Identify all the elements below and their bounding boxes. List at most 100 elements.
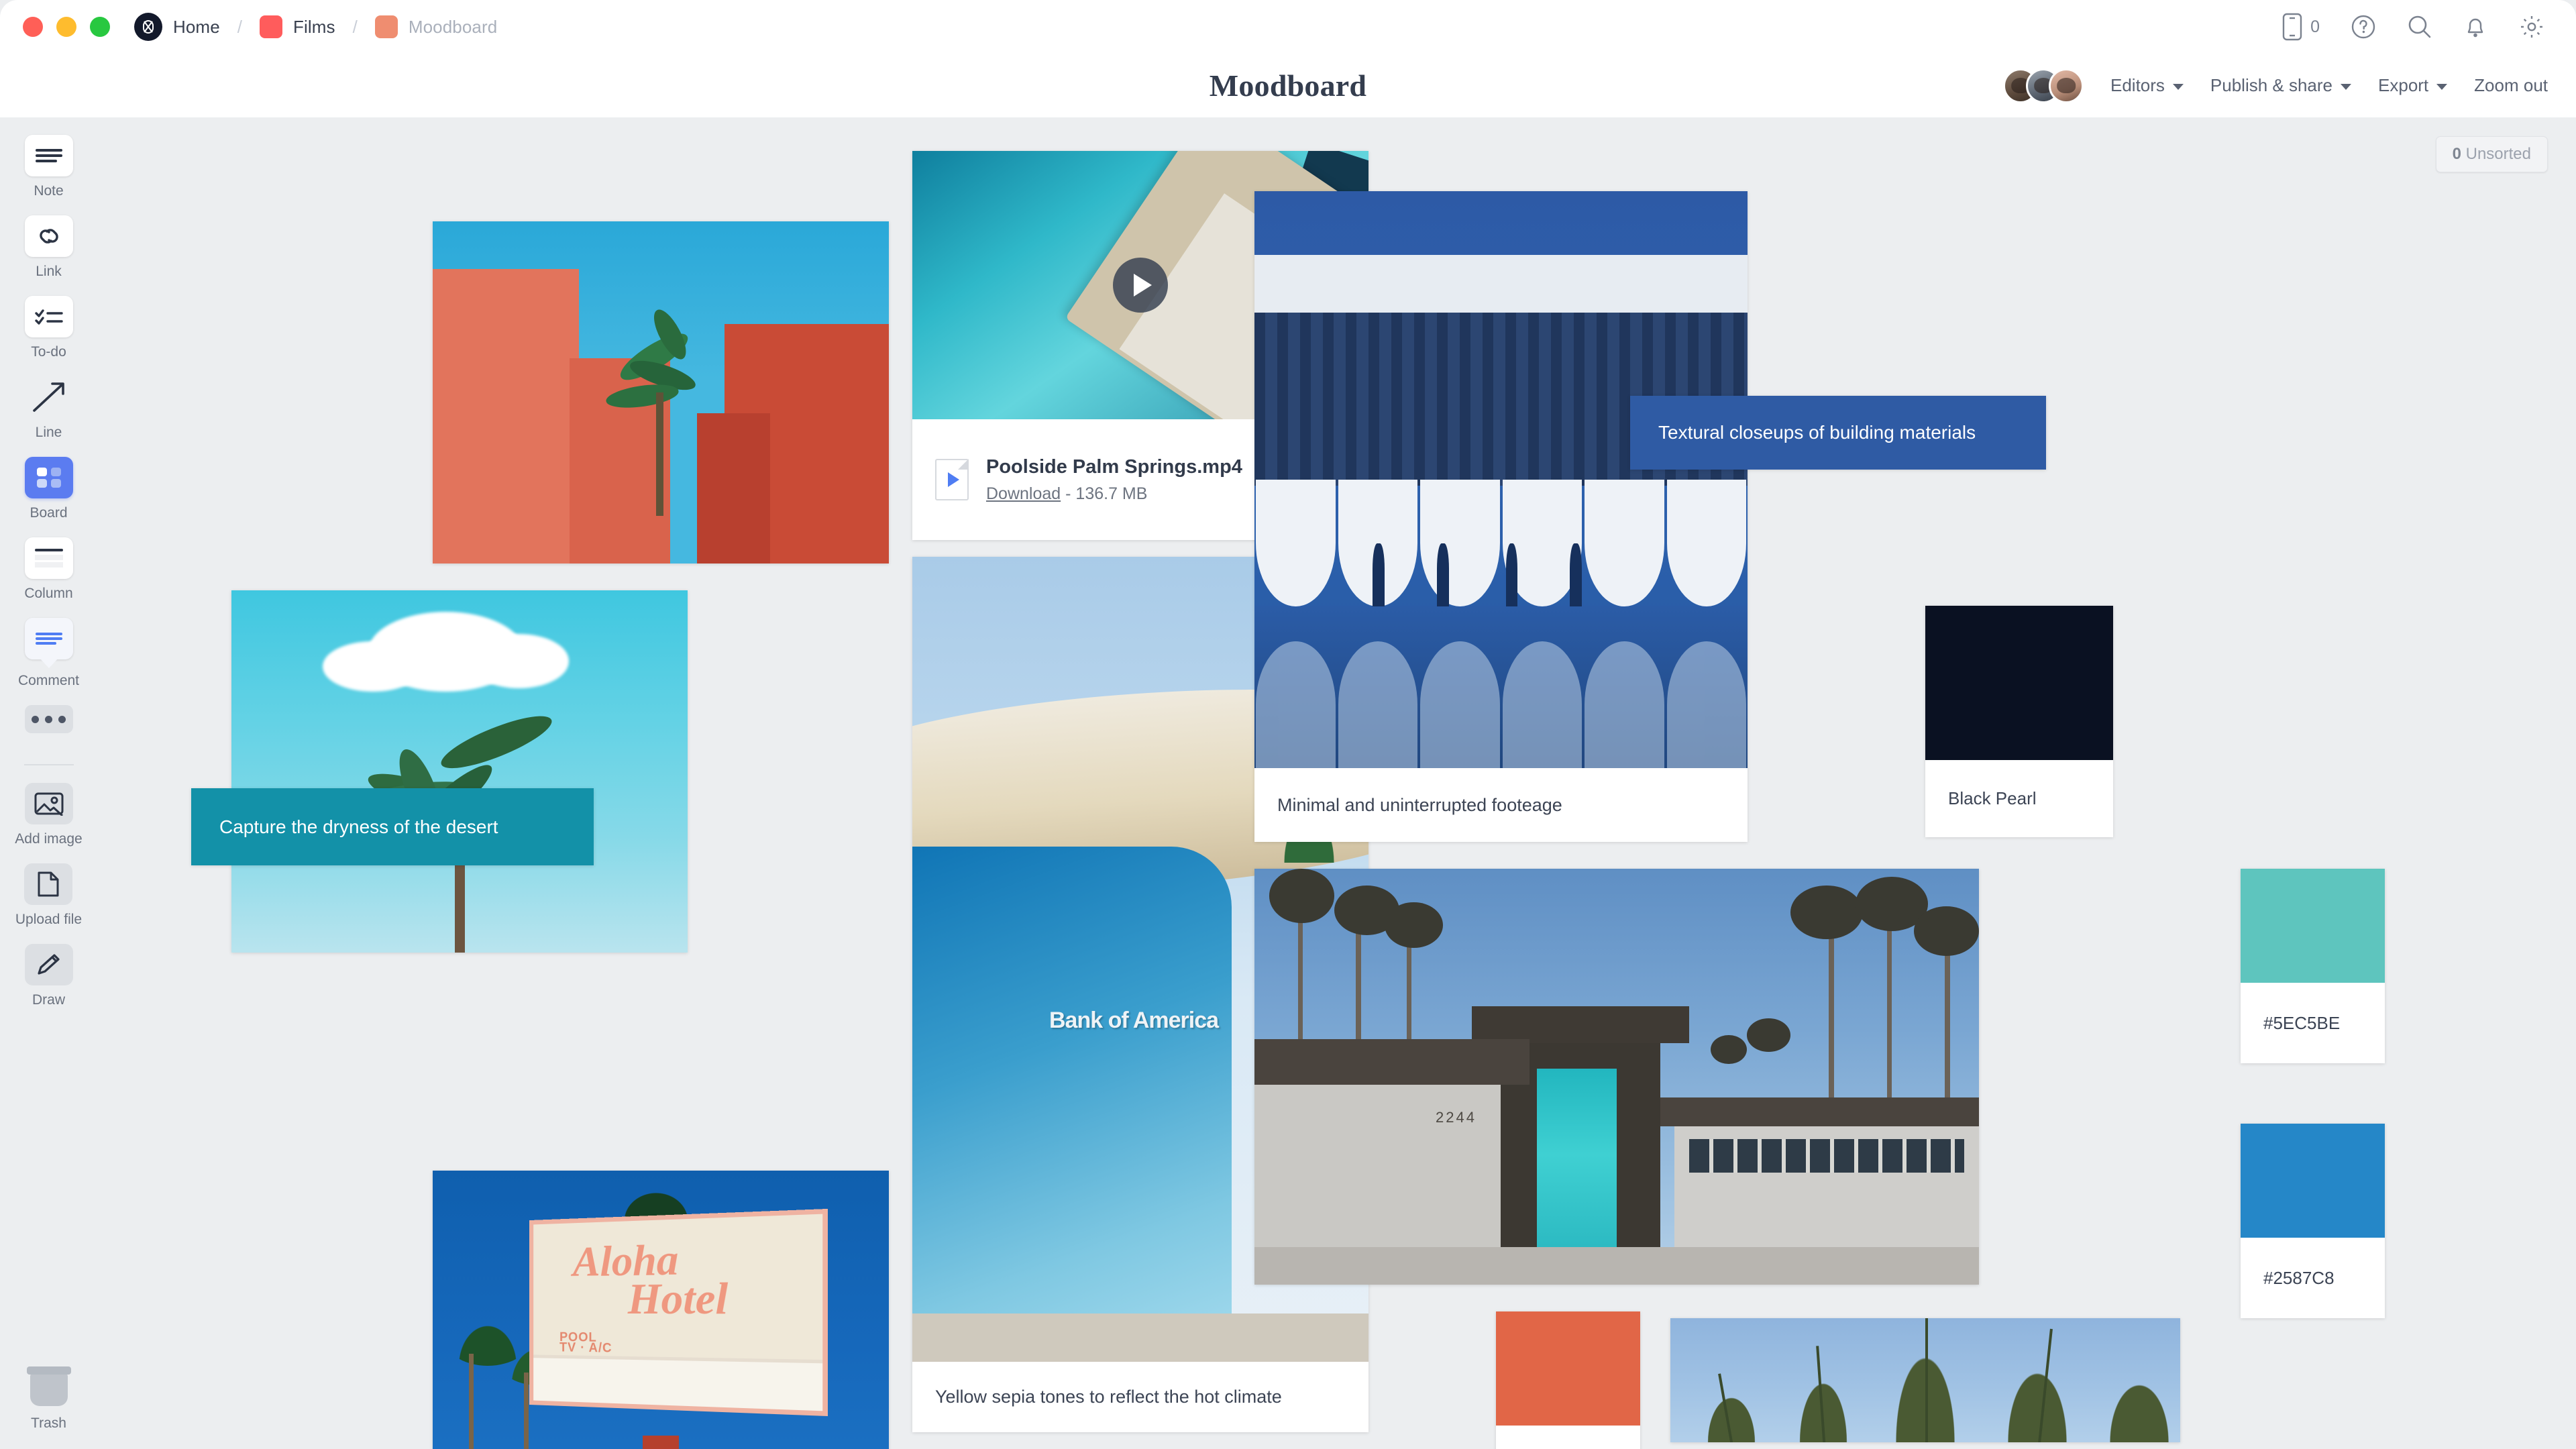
swatch-color-chip <box>2241 869 2385 983</box>
chevron-down-icon <box>2341 83 2352 90</box>
link-icon <box>24 215 73 257</box>
sidebar-item-link[interactable]: Link <box>24 215 73 280</box>
breadcrumb-separator-2: / <box>352 16 358 37</box>
sidebar-item-draw[interactable]: Draw <box>24 944 73 1008</box>
video-file-size: 136.7 MB <box>1075 484 1148 503</box>
help-icon[interactable] <box>2351 14 2376 40</box>
films-color-chip <box>260 15 282 38</box>
moodboard-color-chip <box>374 15 398 38</box>
tool-sidebar: Note Link To-do Line Board Column Commen… <box>0 117 97 1449</box>
sidebar-item-add-image[interactable]: Add image <box>15 783 83 847</box>
sidebar-label-add-image: Add image <box>15 831 83 847</box>
swatch-label: #2587C8 <box>2263 1267 2334 1288</box>
avatar <box>2048 68 2084 103</box>
sidebar-item-comment[interactable]: Comment <box>18 618 79 689</box>
breadcrumb-separator-1: / <box>237 16 242 37</box>
card-midcentury-house[interactable]: 2244 <box>1254 869 1979 1285</box>
breadcrumb-item-films[interactable]: Films <box>260 15 335 38</box>
sidebar-item-column[interactable]: Column <box>24 537 73 602</box>
sidebar-label-todo: To-do <box>31 344 66 360</box>
breadcrumb-item-home[interactable]: Home <box>134 13 220 41</box>
sidebar-item-todo[interactable]: To-do <box>24 296 73 360</box>
sidebar-item-trash[interactable]: Trash <box>26 1366 71 1432</box>
note-icon <box>24 135 73 176</box>
editors-label: Editors <box>2110 75 2165 95</box>
play-icon[interactable] <box>1113 258 1168 313</box>
download-link[interactable]: Download <box>986 484 1061 503</box>
caption-text: Minimal and uninterrupted footeage <box>1277 794 1562 815</box>
aloha-sub-2: TV · A/C <box>559 1340 612 1356</box>
image-modernist-pavilion <box>1254 191 1748 768</box>
minimize-button[interactable] <box>56 17 76 37</box>
image-midcentury-house: 2244 <box>1254 869 1979 1285</box>
note-capture-dryness[interactable]: Capture the dryness of the desert <box>191 788 594 865</box>
video-file-icon <box>935 459 969 500</box>
title-bar: Home / Films / Moodboard 0 <box>0 0 2576 54</box>
app-window: Home / Films / Moodboard 0 Moodboard Edi… <box>0 0 2576 1449</box>
close-button[interactable] <box>23 17 43 37</box>
gear-icon[interactable] <box>2518 13 2545 40</box>
sidebar-label-upload-file: Upload file <box>15 912 83 927</box>
window-controls[interactable] <box>23 17 110 37</box>
breadcrumb-home-label: Home <box>173 16 220 37</box>
add-image-icon <box>24 783 73 824</box>
unsorted-label: Unsorted <box>2465 145 2531 163</box>
swatch-card-teal[interactable]: #5EC5BE <box>2241 869 2385 1063</box>
image-palm-fronds <box>1670 1318 2180 1442</box>
board-canvas[interactable]: 0 Unsorted Capture the dryness of the de… <box>97 117 2576 1449</box>
export-dropdown[interactable]: Export <box>2378 75 2448 96</box>
sidebar-item-more[interactable] <box>24 705 73 733</box>
bell-icon[interactable] <box>2463 14 2487 40</box>
swatch-label: #E16647 <box>1496 1426 1640 1449</box>
editors-dropdown[interactable]: Editors <box>2110 75 2184 96</box>
card-modernist-pavilion[interactable]: Minimal and uninterrupted footeage <box>1254 191 1748 842</box>
sidebar-label-draw: Draw <box>32 992 65 1008</box>
swatch-color-chip <box>1925 606 2113 760</box>
draw-pencil-icon <box>24 944 73 985</box>
publish-share-dropdown[interactable]: Publish & share <box>2210 75 2352 96</box>
aloha-line-2: Hotel <box>628 1273 729 1324</box>
swatch-card-blue[interactable]: #2587C8 <box>2241 1124 2385 1318</box>
phone-preview-button[interactable]: 0 <box>2282 13 2320 41</box>
column-icon <box>24 537 73 579</box>
zoom-out-button[interactable]: Zoom out <box>2474 75 2548 96</box>
trash-icon <box>26 1366 71 1406</box>
note-text: Textural closeups of building materials <box>1658 422 1976 443</box>
swatch-label: Black Pearl <box>1948 788 2037 808</box>
topbar-actions: 0 <box>2282 13 2545 41</box>
sidebar-label-board: Board <box>30 505 68 521</box>
line-arrow-icon <box>25 376 73 418</box>
swatch-card-black-pearl[interactable]: Black Pearl <box>1925 606 2113 837</box>
export-label: Export <box>2378 75 2429 95</box>
swatch-color-chip <box>2241 1124 2385 1238</box>
sidebar-item-line[interactable]: Line <box>25 376 73 441</box>
card-desert-buildings[interactable] <box>433 221 889 564</box>
note-textural-closeups[interactable]: Textural closeups of building materials <box>1630 396 2046 470</box>
card-palm-tree-sky[interactable] <box>231 590 688 953</box>
sidebar-item-board[interactable]: Board <box>24 457 73 521</box>
board-actions: Editors Publish & share Export Zoom out <box>2002 54 2548 117</box>
editor-avatars[interactable] <box>2002 68 2084 103</box>
sidebar-label-comment: Comment <box>17 673 80 688</box>
bank-sign-text: Bank of America <box>1049 1008 1219 1033</box>
card-palm-fronds[interactable] <box>1670 1318 2180 1442</box>
app-logo-icon <box>134 13 162 41</box>
card-aloha-hotel-sign[interactable]: Aloha Hotel POOL TV · A/C <box>433 1171 889 1449</box>
sidebar-label-trash: Trash <box>31 1415 66 1431</box>
sidebar-item-note[interactable]: Note <box>24 135 73 199</box>
sidebar-item-upload-file[interactable]: Upload file <box>15 863 82 928</box>
upload-file-icon <box>24 863 73 905</box>
search-icon[interactable] <box>2407 14 2432 40</box>
image-palm-tree-sky <box>231 590 688 953</box>
board-header: Moodboard Editors Publish & share Export… <box>0 54 2576 117</box>
breadcrumb-item-moodboard[interactable]: Moodboard <box>374 15 497 38</box>
swatch-card-orange[interactable]: #E16647 <box>1496 1311 1640 1449</box>
unsorted-count: 0 <box>2452 145 2461 163</box>
unsorted-badge[interactable]: 0 Unsorted <box>2435 136 2548 172</box>
sidebar-divider <box>23 764 74 765</box>
image-desert-buildings <box>433 221 889 564</box>
publish-share-label: Publish & share <box>2210 75 2333 95</box>
maximize-button[interactable] <box>90 17 110 37</box>
caption-minimal-footage: Minimal and uninterrupted footeage <box>1254 768 1748 842</box>
device-count: 0 <box>2310 17 2320 36</box>
